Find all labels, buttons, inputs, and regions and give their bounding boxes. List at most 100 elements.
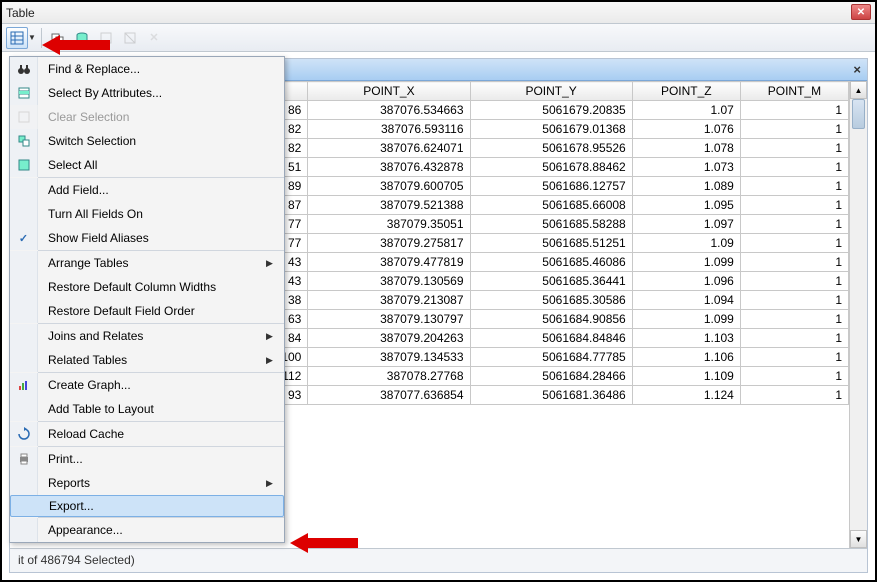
cell-pz[interactable]: 1.124	[632, 386, 740, 405]
table-options-button[interactable]	[6, 27, 28, 49]
cell-pm[interactable]: 1	[740, 291, 848, 310]
cell-pm[interactable]: 1	[740, 120, 848, 139]
cell-py[interactable]: 5061684.84846	[470, 329, 632, 348]
cell-py[interactable]: 5061678.88462	[470, 158, 632, 177]
cell-py[interactable]: 5061678.95526	[470, 139, 632, 158]
scroll-down-arrow[interactable]: ▼	[850, 530, 867, 548]
cell-pm[interactable]: 1	[740, 177, 848, 196]
cell-pm[interactable]: 1	[740, 367, 848, 386]
cell-pz[interactable]: 1.109	[632, 367, 740, 386]
col-header-pointy[interactable]: POINT_Y	[470, 82, 632, 101]
cell-pz[interactable]: 1.097	[632, 215, 740, 234]
cell-px[interactable]: 387077.636854	[308, 386, 470, 405]
cell-px[interactable]: 387079.213087	[308, 291, 470, 310]
cell-py[interactable]: 5061686.12757	[470, 177, 632, 196]
col-header-pointz[interactable]: POINT_Z	[632, 82, 740, 101]
blank-icon	[10, 275, 38, 299]
cell-pz[interactable]: 1.103	[632, 329, 740, 348]
cell-py[interactable]: 5061681.36486	[470, 386, 632, 405]
menu-item-restore-default-field-order[interactable]: Restore Default Field Order	[10, 299, 284, 323]
cell-py[interactable]: 5061684.28466	[470, 367, 632, 386]
menu-item-label: Add Table to Layout	[38, 402, 266, 416]
cell-px[interactable]: 387079.130797	[308, 310, 470, 329]
related-icon	[51, 31, 65, 45]
cell-pz[interactable]: 1.09	[632, 234, 740, 253]
menu-item-reports[interactable]: Reports▶	[10, 471, 284, 495]
cell-py[interactable]: 5061685.51251	[470, 234, 632, 253]
cell-pz[interactable]: 1.095	[632, 196, 740, 215]
cell-px[interactable]: 387076.534663	[308, 101, 470, 120]
cell-px[interactable]: 387079.275817	[308, 234, 470, 253]
cell-pz[interactable]: 1.073	[632, 158, 740, 177]
cell-py[interactable]: 5061679.01368	[470, 120, 632, 139]
menu-item-export[interactable]: Export...	[10, 495, 284, 517]
cell-py[interactable]: 5061685.46086	[470, 253, 632, 272]
cell-pm[interactable]: 1	[740, 348, 848, 367]
menu-item-add-field[interactable]: Add Field...	[10, 178, 284, 202]
vertical-scrollbar[interactable]: ▲ ▼	[849, 81, 867, 548]
cell-pm[interactable]: 1	[740, 253, 848, 272]
cell-pz[interactable]: 1.099	[632, 253, 740, 272]
cell-pm[interactable]: 1	[740, 310, 848, 329]
menu-item-appearance[interactable]: Appearance...	[10, 518, 284, 542]
cell-px[interactable]: 387079.134533	[308, 348, 470, 367]
cell-px[interactable]: 387079.204263	[308, 329, 470, 348]
cell-pm[interactable]: 1	[740, 329, 848, 348]
menu-item-create-graph[interactable]: Create Graph...	[10, 373, 284, 397]
cell-pm[interactable]: 1	[740, 215, 848, 234]
menu-item-reload-cache[interactable]: Reload Cache	[10, 422, 284, 446]
menu-item-arrange-tables[interactable]: Arrange Tables▶	[10, 251, 284, 275]
menu-item-select-all[interactable]: Select All	[10, 153, 284, 177]
cell-pm[interactable]: 1	[740, 272, 848, 291]
cell-py[interactable]: 5061685.30586	[470, 291, 632, 310]
cell-pm[interactable]: 1	[740, 139, 848, 158]
cell-pm[interactable]: 1	[740, 158, 848, 177]
cell-px[interactable]: 387078.27768	[308, 367, 470, 386]
cell-pz[interactable]: 1.078	[632, 139, 740, 158]
cell-pm[interactable]: 1	[740, 101, 848, 120]
menu-item-show-field-aliases[interactable]: ✓Show Field Aliases	[10, 226, 284, 250]
menu-item-find-replace[interactable]: Find & Replace...	[10, 57, 284, 81]
scroll-up-arrow[interactable]: ▲	[850, 81, 867, 99]
menu-item-select-by-attributes[interactable]: Select By Attributes...	[10, 81, 284, 105]
cell-px[interactable]: 387079.600705	[308, 177, 470, 196]
cell-pm[interactable]: 1	[740, 386, 848, 405]
cell-pz[interactable]: 1.094	[632, 291, 740, 310]
cell-px[interactable]: 387076.432878	[308, 158, 470, 177]
cell-px[interactable]: 387076.593116	[308, 120, 470, 139]
menu-item-related-tables[interactable]: Related Tables▶	[10, 348, 284, 372]
window-close-button[interactable]: ✕	[851, 4, 871, 20]
close-tab-button[interactable]: ×	[853, 62, 861, 77]
col-header-pointm[interactable]: POINT_M	[740, 82, 848, 101]
menu-item-switch-selection[interactable]: Switch Selection	[10, 129, 284, 153]
cell-pz[interactable]: 1.099	[632, 310, 740, 329]
menu-item-print[interactable]: Print...	[10, 447, 284, 471]
cell-px[interactable]: 387076.624071	[308, 139, 470, 158]
cell-pz[interactable]: 1.076	[632, 120, 740, 139]
cell-py[interactable]: 5061684.90856	[470, 310, 632, 329]
menu-item-restore-default-column-widths[interactable]: Restore Default Column Widths	[10, 275, 284, 299]
cell-py[interactable]: 5061685.36441	[470, 272, 632, 291]
table-options-dropdown-arrow[interactable]: ▼	[28, 33, 36, 42]
cell-px[interactable]: 387079.477819	[308, 253, 470, 272]
cell-px[interactable]: 387079.130569	[308, 272, 470, 291]
menu-item-joins-and-relates[interactable]: Joins and Relates▶	[10, 324, 284, 348]
cell-py[interactable]: 5061684.77785	[470, 348, 632, 367]
scroll-thumb[interactable]	[852, 99, 865, 129]
related-tables-button[interactable]	[47, 27, 69, 49]
cell-px[interactable]: 387079.35051	[308, 215, 470, 234]
col-header-pointx[interactable]: POINT_X	[308, 82, 470, 101]
cell-pz[interactable]: 1.106	[632, 348, 740, 367]
cell-pz[interactable]: 1.089	[632, 177, 740, 196]
cell-pz[interactable]: 1.096	[632, 272, 740, 291]
cell-pz[interactable]: 1.07	[632, 101, 740, 120]
menu-item-turn-all-fields-on[interactable]: Turn All Fields On	[10, 202, 284, 226]
cell-py[interactable]: 5061679.20835	[470, 101, 632, 120]
cell-px[interactable]: 387079.521388	[308, 196, 470, 215]
menu-item-add-table-to-layout[interactable]: Add Table to Layout	[10, 397, 284, 421]
cell-py[interactable]: 5061685.58288	[470, 215, 632, 234]
select-by-attributes-button[interactable]	[71, 27, 93, 49]
cell-py[interactable]: 5061685.66008	[470, 196, 632, 215]
cell-pm[interactable]: 1	[740, 196, 848, 215]
cell-pm[interactable]: 1	[740, 234, 848, 253]
